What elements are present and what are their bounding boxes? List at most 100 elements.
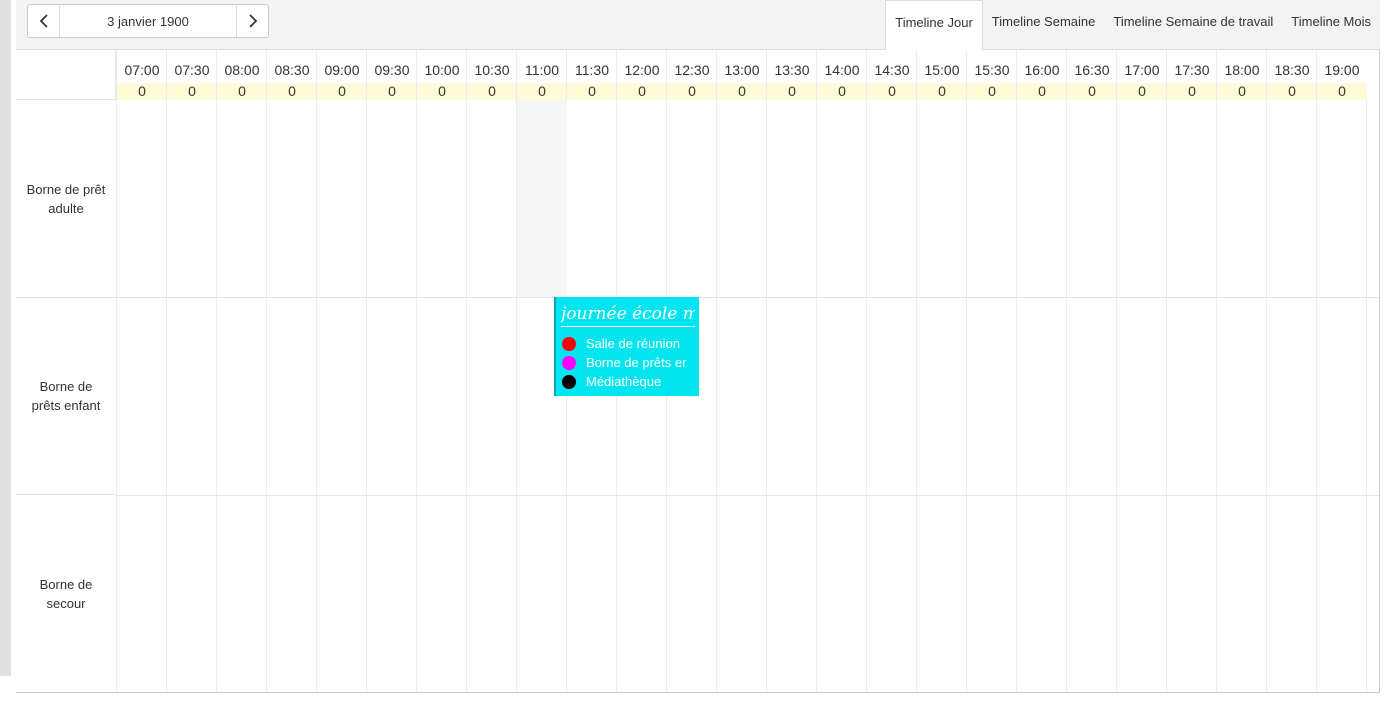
time-slot-count: 0: [1017, 83, 1067, 100]
time-slot-count: 0: [367, 83, 417, 100]
tab-timeline-mois[interactable]: Timeline Mois: [1282, 0, 1380, 43]
time-slot-column[interactable]: [716, 100, 766, 692]
resource-label: Borne de prêts enfant: [31, 379, 101, 413]
time-slot-count: 0: [917, 83, 967, 100]
time-slot-count: 0: [817, 83, 867, 100]
time-slot-count: 0: [1067, 83, 1117, 100]
header-corner: [16, 50, 116, 100]
time-slot-header: 15:00 0: [916, 50, 967, 100]
time-slot-column[interactable]: [316, 100, 366, 692]
time-slot-column[interactable]: [366, 100, 416, 692]
time-slot-header: 08:00 0: [216, 50, 267, 100]
time-slot-column[interactable]: [566, 100, 616, 692]
time-slot-label: 16:30: [1074, 62, 1110, 78]
previous-button[interactable]: [28, 5, 60, 37]
left-rail: [0, 0, 11, 676]
time-slot-count: 0: [417, 83, 467, 100]
resource-row-header: Borne de prêts enfant: [16, 298, 116, 495]
time-slot-count: 0: [767, 83, 817, 100]
time-slot-count: 0: [617, 83, 667, 100]
time-slot-column[interactable]: [1016, 100, 1066, 692]
tab-timeline-semaine-travail[interactable]: Timeline Semaine de travail: [1104, 0, 1282, 43]
time-slot-column[interactable]: [966, 100, 1016, 692]
time-slot-column[interactable]: [666, 100, 716, 692]
time-slot-column[interactable]: [116, 100, 166, 692]
time-slot-column[interactable]: [1216, 100, 1266, 692]
time-slot-count: 0: [667, 83, 717, 100]
time-slot-label: 12:30: [674, 62, 710, 78]
time-slot-count: 0: [517, 83, 567, 100]
time-slot-column[interactable]: [816, 100, 866, 692]
highlighted-slot[interactable]: [517, 100, 567, 297]
time-slot-label: 08:30: [274, 62, 310, 78]
time-slot-label: 15:00: [924, 62, 960, 78]
time-slot-column[interactable]: [1366, 100, 1379, 692]
time-slot-label: 13:30: [774, 62, 810, 78]
timeline-grid[interactable]: [116, 100, 1379, 692]
time-slot-header: 11:00 0: [516, 50, 567, 100]
time-slot-header: 14:00 0: [816, 50, 867, 100]
time-slot-header: 18:00 0: [1216, 50, 1267, 100]
time-slot-header: 12:00 0: [616, 50, 667, 100]
current-date[interactable]: 3 janvier 1900: [60, 14, 236, 29]
time-slot-label: 17:30: [1174, 62, 1210, 78]
time-slot-label: 14:00: [824, 62, 860, 78]
time-slot-label: 14:30: [874, 62, 910, 78]
time-slot-column[interactable]: [416, 100, 466, 692]
time-slot-column[interactable]: [1316, 100, 1366, 692]
timeline-scheduler: 07:00 0 07:30 0 08:00 0 08:30 0 09:00 0 09:30 0 10:0…: [16, 50, 1380, 693]
time-slot-header: 16:00 0: [1016, 50, 1067, 100]
resource-label: Borne de secour: [39, 576, 93, 611]
time-slot-column[interactable]: [766, 100, 816, 692]
event-resource-label: Médiathèque: [586, 374, 662, 389]
time-slot-label: 12:00: [624, 62, 660, 78]
time-slot-column[interactable]: [916, 100, 966, 692]
time-slot-label: 09:00: [324, 62, 360, 78]
scheduler-toolbar: 3 janvier 1900 Timeline Jour Timeline Se…: [16, 0, 1380, 50]
time-slot-column[interactable]: [1116, 100, 1166, 692]
time-slot-column[interactable]: [216, 100, 266, 692]
time-slot-header: 17:00 0: [1116, 50, 1167, 100]
tab-timeline-semaine[interactable]: Timeline Semaine: [983, 0, 1105, 43]
time-slot-header: 10:30 0: [466, 50, 517, 100]
time-slot-label: 16:00: [1024, 62, 1060, 78]
time-slot-label: 19:00: [1324, 62, 1360, 78]
event-resource-label: Borne de prêts er: [586, 355, 687, 370]
time-slot-column[interactable]: [616, 100, 666, 692]
time-slot-count: 0: [467, 83, 517, 100]
time-slot-count: 0: [167, 83, 217, 100]
time-slot-column[interactable]: [866, 100, 916, 692]
time-slot-count: 0: [717, 83, 767, 100]
view-switcher: Timeline Jour Timeline Semaine Timeline …: [885, 0, 1380, 50]
time-slot-count: 0: [867, 83, 917, 100]
time-slot-header: 13:00 0: [716, 50, 767, 100]
time-slot-header: 16:30 0: [1066, 50, 1117, 100]
time-slot-header: 10:00 0: [416, 50, 467, 100]
time-slot-header: 15:30 0: [966, 50, 1017, 100]
time-slot-count: 0: [267, 83, 317, 100]
next-button[interactable]: [236, 5, 268, 37]
time-slot-column[interactable]: [1066, 100, 1116, 692]
time-slot-column[interactable]: [266, 100, 316, 692]
time-slot-label: 18:00: [1224, 62, 1260, 78]
time-slot-column[interactable]: [466, 100, 516, 692]
time-slot-count: 0: [567, 83, 617, 100]
time-slot-header: 08:30 0: [266, 50, 317, 100]
tab-timeline-jour[interactable]: Timeline Jour: [885, 0, 983, 50]
time-slot-header: 09:30 0: [366, 50, 417, 100]
row-divider: [116, 297, 1379, 298]
time-slot-count: 0: [117, 83, 167, 100]
time-slot-column[interactable]: [1166, 100, 1216, 692]
event-appointment[interactable]: journée école mc Salle de réunion Borne …: [554, 297, 699, 396]
time-slot-column[interactable]: [1266, 100, 1316, 692]
time-slot-label: 07:00: [124, 62, 160, 78]
time-slot-label: 10:30: [474, 62, 510, 78]
time-slot-header: 19:00 0: [1316, 50, 1367, 100]
time-slot-column[interactable]: [166, 100, 216, 692]
time-slot-header: 13:30 0: [766, 50, 817, 100]
event-resource-list: Salle de réunion Borne de prêts er Média…: [556, 334, 699, 391]
time-slot-count: 0: [1167, 83, 1217, 100]
time-slot-label: 18:30: [1274, 62, 1310, 78]
time-slot-label: 09:30: [374, 62, 410, 78]
resource-label: Borne de prêt adulte: [26, 181, 106, 216]
